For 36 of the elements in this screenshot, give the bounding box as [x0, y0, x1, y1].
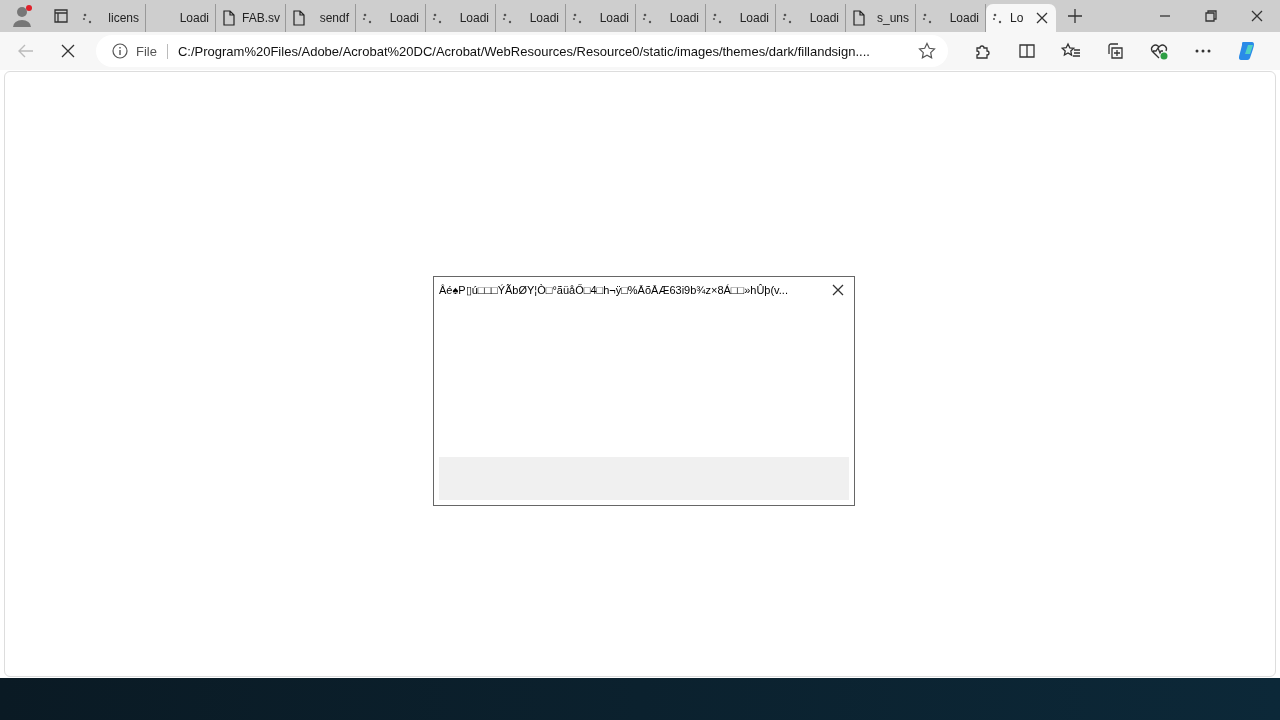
- url-text: C:/Program%20Files/Adobe/Acrobat%20DC/Acrobat/WebResources/Resource0/static/images/themes/dark/fillandsign....: [177, 43, 871, 59]
- close-icon: [1251, 10, 1263, 22]
- split-screen-icon: [1018, 42, 1036, 60]
- browser-tab[interactable]: Lo: [986, 4, 1056, 32]
- collections-icon: [1106, 42, 1124, 60]
- loading-spinner-icon: [82, 12, 94, 24]
- loading-spinner-icon: [992, 12, 1004, 24]
- address-bar[interactable]: File C:/Program%20Files/Adobe/Acrobat%20DC/Acrobat/WebResources/Resource0/static/images/themes/dark/fillandsign....: [96, 35, 948, 67]
- loading-spinner-icon: [712, 12, 724, 24]
- close-icon: [61, 44, 75, 58]
- back-arrow-icon: [17, 43, 35, 59]
- loading-spinner-icon: [502, 12, 514, 24]
- favorites-list-icon: [1061, 42, 1081, 60]
- loading-spinner-icon: [782, 12, 794, 24]
- loading-spinner-icon: [362, 12, 374, 24]
- profile-avatar-icon[interactable]: [10, 4, 34, 28]
- document-icon: [852, 10, 866, 26]
- close-icon: [1036, 12, 1048, 24]
- more-icon: [1194, 48, 1212, 54]
- info-icon[interactable]: [112, 43, 128, 59]
- close-tab-button[interactable]: [1034, 10, 1050, 26]
- tab-panel-icon: [53, 8, 69, 24]
- loading-spinner-icon: [432, 12, 444, 24]
- loading-spinner-icon: [922, 12, 934, 24]
- document-icon: [222, 10, 236, 26]
- plus-icon: [1067, 8, 1083, 24]
- loading-spinner-icon: [642, 12, 654, 24]
- favorite-star-icon[interactable]: [918, 42, 936, 60]
- restore-icon: [1205, 10, 1217, 22]
- close-icon: [832, 284, 844, 296]
- heart-pulse-icon: [1149, 42, 1169, 60]
- document-icon: [292, 10, 306, 26]
- loading-spinner-icon: [572, 12, 584, 24]
- scheme-label: File: [136, 43, 168, 59]
- dialog-title: Âé♠P▯ú□□□ÝÃbØY¦Ò□°ãüåŐ□4□h¬ÿ□%ĀõĀÆ63i9b¾z×8Á□□»hÛþ(v...: [439, 283, 789, 297]
- puzzle-icon: [974, 42, 992, 60]
